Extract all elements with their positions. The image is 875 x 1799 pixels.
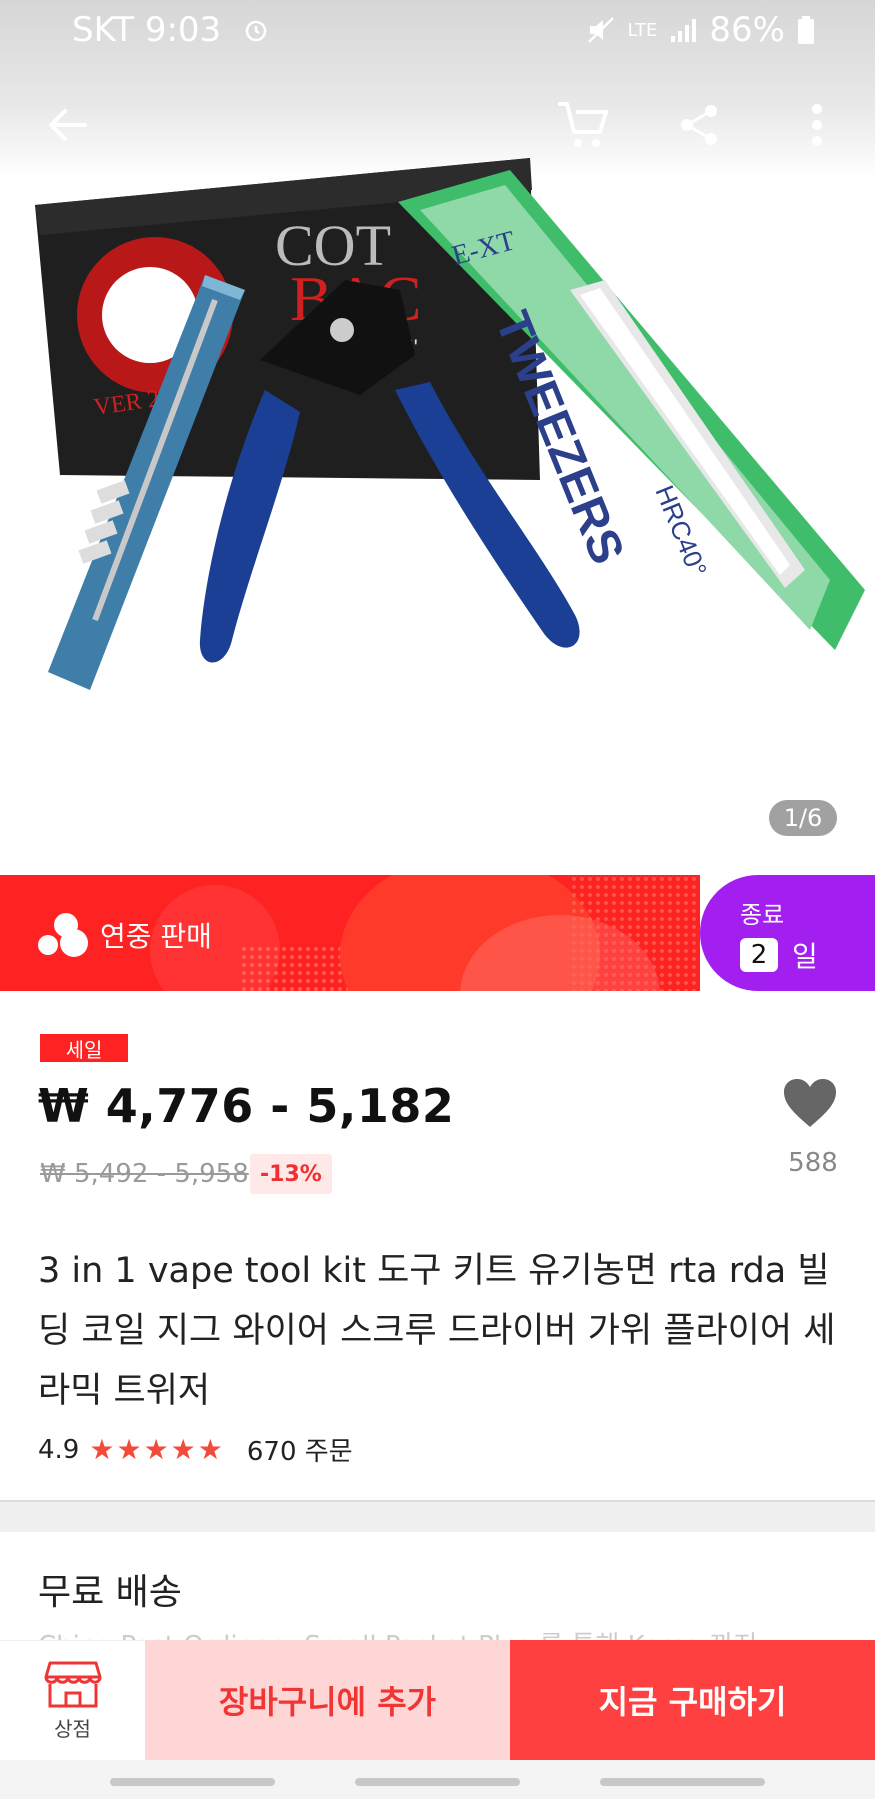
promo-end-label: 종료 bbox=[740, 901, 785, 929]
product-page: COT BAC WICK 'N' VER 2.0 TWEEZERS HRC40°… bbox=[0, 0, 875, 1799]
app-bar bbox=[0, 90, 875, 160]
product-photo: COT BAC WICK 'N' VER 2.0 TWEEZERS HRC40°… bbox=[35, 158, 865, 690]
wishlist-count: 588 bbox=[788, 1148, 838, 1178]
signal-icon bbox=[671, 19, 697, 42]
system-nav-bar bbox=[0, 1760, 875, 1799]
nav-back[interactable] bbox=[600, 1778, 765, 1786]
status-time: SKT 9:03 bbox=[72, 10, 222, 50]
add-to-cart-button[interactable]: 장바구니에 추가 bbox=[145, 1640, 510, 1760]
nav-recent[interactable] bbox=[110, 1778, 275, 1786]
store-label: 상점 bbox=[54, 1717, 91, 1741]
back-arrow-icon bbox=[49, 109, 87, 141]
promo-days: 2 일 bbox=[740, 935, 818, 975]
share-button[interactable] bbox=[664, 90, 734, 160]
product-title: 3 in 1 vape tool kit 도구 키트 유기농면 rta rda … bbox=[38, 1251, 836, 1411]
section-divider bbox=[0, 1500, 875, 1532]
more-options-button[interactable] bbox=[782, 90, 852, 160]
battery-icon bbox=[798, 16, 814, 44]
network-type: LTE bbox=[627, 19, 658, 41]
store-button[interactable]: 상점 bbox=[0, 1640, 145, 1760]
rating-value: 4.9 bbox=[38, 1434, 80, 1465]
battery-level: 86% bbox=[709, 10, 785, 50]
alarm-icon bbox=[245, 20, 267, 42]
store-icon bbox=[44, 1661, 101, 1708]
back-button[interactable] bbox=[32, 90, 102, 160]
more-vertical-icon bbox=[812, 104, 822, 146]
mute-icon bbox=[587, 17, 614, 43]
cart-icon bbox=[558, 102, 608, 147]
product-image-carousel[interactable]: COT BAC WICK 'N' VER 2.0 TWEEZERS HRC40°… bbox=[0, 0, 875, 875]
discount-badge: -13% bbox=[250, 1154, 332, 1194]
promo-banner[interactable]: 연중 판매 종료 2 일 bbox=[0, 875, 875, 991]
heart-icon[interactable] bbox=[782, 1077, 838, 1129]
order-count: 670 주문 bbox=[246, 1437, 353, 1467]
promo-logo-icon bbox=[38, 913, 88, 957]
shipping-title[interactable]: 무료 배송 bbox=[38, 1563, 182, 1615]
share-icon bbox=[681, 105, 717, 145]
rating-stars: ★★★★★ bbox=[89, 1433, 225, 1466]
bottom-action-bar: 상점 장바구니에 추가 지금 구매하기 bbox=[0, 1640, 875, 1760]
days-unit: 일 bbox=[792, 940, 818, 973]
rating-row: 4.9 ★★★★★ 670 주문 bbox=[38, 1431, 353, 1468]
days-remaining: 2 bbox=[740, 938, 778, 972]
promo-label: 연중 판매 bbox=[100, 920, 212, 953]
price: ₩ 4,776 - 5,182 bbox=[38, 1079, 455, 1133]
original-price: ₩ 5,492 - 5,958 bbox=[40, 1159, 249, 1189]
buy-now-button[interactable]: 지금 구매하기 bbox=[510, 1640, 875, 1760]
status-bar: SKT 9:03 LTE 86% bbox=[0, 0, 875, 60]
sale-badge: 세일 bbox=[40, 1034, 128, 1062]
image-counter: 1/6 bbox=[769, 800, 837, 836]
nav-home[interactable] bbox=[355, 1778, 520, 1786]
cart-button[interactable] bbox=[548, 90, 618, 160]
